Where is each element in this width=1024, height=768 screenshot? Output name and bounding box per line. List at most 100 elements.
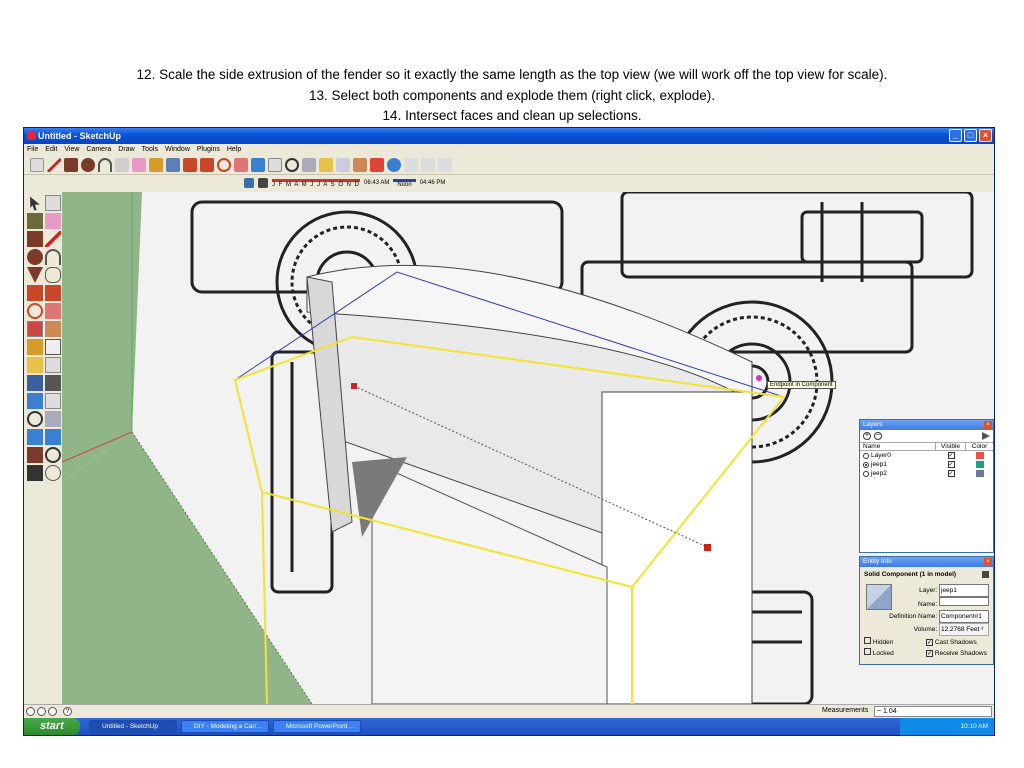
get-photo-texture-icon[interactable] (438, 157, 452, 172)
google-earth-icon[interactable] (387, 157, 401, 172)
menu-help[interactable]: Help (227, 144, 241, 155)
orbit-tool-icon[interactable] (27, 393, 43, 409)
tape-measure-tool-icon[interactable] (27, 339, 43, 355)
menu-tools[interactable]: Tools (142, 144, 158, 155)
locked-checkbox[interactable] (864, 648, 871, 655)
add-layer-icon[interactable]: + (863, 432, 871, 440)
select-icon[interactable] (30, 196, 40, 211)
walk-icon[interactable] (27, 465, 43, 481)
entity-details-icon[interactable] (982, 571, 989, 578)
receive-shadows-checkbox[interactable]: ✓ (926, 650, 933, 657)
layer-select[interactable]: jeep1 (939, 584, 989, 597)
layer-visible-checkbox[interactable]: ✓ (947, 470, 955, 477)
shadow-month-slider[interactable]: J F M A M J J A S O N D (272, 178, 361, 188)
follow-me-tool-icon[interactable] (45, 303, 61, 319)
layer-row[interactable]: jeep1 ✓ (860, 460, 993, 469)
menu-camera[interactable]: Camera (86, 144, 111, 155)
section-plane-icon[interactable] (45, 465, 61, 481)
circle-icon[interactable] (27, 249, 43, 265)
layer-radio[interactable] (863, 452, 869, 459)
toggle-terrain-icon[interactable] (404, 157, 418, 172)
menu-draw[interactable]: Draw (118, 144, 134, 155)
share-model-icon[interactable] (336, 157, 350, 172)
next-view-icon[interactable] (45, 429, 61, 445)
previous-view-icon[interactable] (27, 429, 43, 445)
menu-window[interactable]: Window (165, 144, 190, 155)
eraser-icon[interactable] (132, 157, 146, 172)
rotate-tool-icon[interactable] (217, 157, 231, 172)
layer-row[interactable]: Layer0 ✓ (860, 451, 993, 460)
3d-text-icon[interactable] (45, 375, 61, 391)
close-button[interactable]: × (979, 129, 992, 142)
layer-color-swatch[interactable] (975, 470, 984, 477)
line-icon[interactable] (45, 231, 61, 247)
menu-plugins[interactable]: Plugins (197, 144, 220, 155)
layer-color-swatch[interactable] (975, 461, 984, 468)
measurements-field[interactable]: ~ 1.04 (874, 706, 992, 717)
rectangle-icon[interactable] (27, 231, 43, 247)
title-bar[interactable]: Untitled - SketchUp _ □ × (24, 128, 994, 144)
zoom-extents-icon[interactable] (302, 157, 316, 172)
circle-tool-icon[interactable] (81, 157, 95, 172)
rectangle-tool-icon[interactable] (64, 157, 78, 172)
get-models-icon[interactable] (319, 157, 333, 172)
push-pull-tool-icon[interactable] (45, 285, 61, 301)
rotate-icon[interactable] (27, 303, 43, 319)
position-camera-icon[interactable] (27, 447, 43, 463)
scale-icon[interactable] (27, 321, 43, 337)
component-icon[interactable] (353, 157, 367, 172)
geo-location-icon[interactable] (26, 707, 35, 716)
maximize-button[interactable]: □ (964, 129, 977, 142)
zoom-window-icon[interactable] (45, 411, 61, 427)
look-around-icon[interactable] (45, 447, 61, 463)
cast-shadows-checkbox[interactable]: ✓ (926, 639, 933, 646)
hidden-checkbox[interactable] (864, 637, 871, 644)
zoom-icon[interactable] (285, 157, 299, 172)
task-powerpoint[interactable]: Microsoft PowerPoint ... (273, 720, 361, 733)
remove-layer-icon[interactable]: − (874, 432, 882, 440)
dimension-icon[interactable] (45, 339, 61, 355)
menu-view[interactable]: View (64, 144, 79, 155)
eraser-tool-icon[interactable] (45, 213, 61, 229)
move-tool-icon[interactable] (200, 157, 214, 172)
name-field[interactable] (939, 597, 989, 606)
arc-icon[interactable] (45, 249, 61, 265)
layer-radio[interactable] (863, 461, 869, 468)
menu-edit[interactable]: Edit (45, 144, 57, 155)
arc-tool-icon[interactable] (98, 157, 112, 172)
protractor-icon[interactable] (27, 357, 43, 373)
credits-icon[interactable] (37, 707, 46, 716)
select-tool-icon[interactable] (30, 157, 44, 172)
polygon-icon[interactable] (27, 267, 43, 283)
user-icon[interactable] (48, 707, 57, 716)
layer-visible-checkbox[interactable]: ✓ (947, 461, 955, 468)
line-tool-icon[interactable] (47, 157, 61, 172)
tape-measure-icon[interactable] (149, 157, 163, 172)
layers-close-icon[interactable]: × (984, 421, 992, 429)
component-tool-icon[interactable] (45, 195, 61, 211)
menu-file[interactable]: File (27, 144, 38, 155)
paint-icon[interactable] (27, 213, 43, 229)
extension-icon[interactable] (370, 157, 384, 172)
task-sketchup[interactable]: Untitled - SketchUp (89, 720, 177, 733)
freehand-icon[interactable] (45, 267, 61, 283)
orbit-icon[interactable] (251, 157, 265, 172)
text-icon[interactable] (45, 357, 61, 373)
start-button[interactable]: start (24, 718, 80, 735)
push-pull-icon[interactable] (183, 157, 197, 172)
pan-icon[interactable] (268, 157, 282, 172)
shadow-settings-icon[interactable] (244, 178, 254, 188)
shadow-noon[interactable]: Noon (393, 178, 416, 188)
display-shadows-icon[interactable] (258, 178, 268, 188)
task-browser[interactable]: DIY - Modeling a Car/... (181, 720, 269, 733)
paint-bucket-icon[interactable] (166, 157, 180, 172)
follow-me-icon[interactable] (234, 157, 248, 172)
help-icon[interactable]: ? (63, 707, 72, 716)
layers-details-icon[interactable] (982, 432, 990, 440)
axes-icon[interactable] (27, 375, 43, 391)
modeling-viewport[interactable]: Endpoint in Component (62, 192, 994, 704)
definition-field[interactable]: Component#1 (939, 610, 989, 623)
layer-row[interactable]: jeep2 ✓ (860, 469, 993, 478)
move-icon[interactable] (27, 285, 43, 301)
place-model-icon[interactable] (421, 157, 435, 172)
